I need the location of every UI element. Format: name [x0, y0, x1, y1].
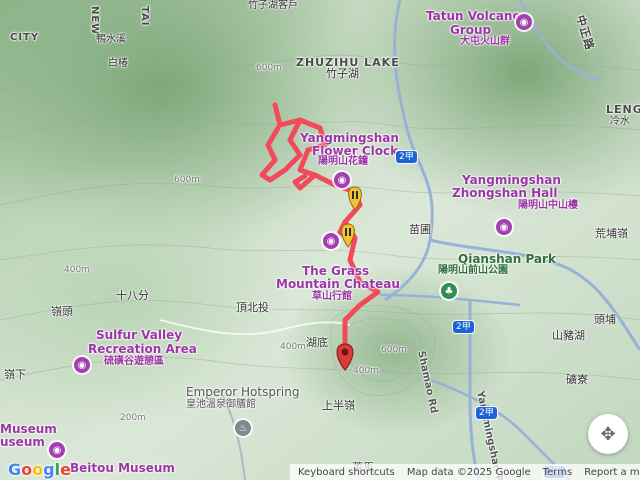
map-footer: Keyboard shortcuts Map data ©2025 Google…: [290, 464, 640, 480]
poi-flower-clock-camera-icon[interactable]: ◉: [334, 172, 350, 188]
poi-tatun-camera-icon[interactable]: ◉: [516, 14, 532, 30]
report-map-error-link[interactable]: Report a map error: [584, 467, 640, 478]
google-logo-e: e: [60, 460, 71, 479]
poi-zhongshan-hall-camera-icon[interactable]: ◉: [496, 219, 512, 235]
hot-spring-emperor-icon[interactable]: ♨: [235, 420, 251, 436]
park-qianshan-tree-icon[interactable]: ♣: [441, 283, 457, 299]
road-badge-2-b: 2甲: [453, 321, 474, 333]
terrain-map: [0, 0, 640, 480]
google-logo-o1: o: [21, 460, 33, 479]
road-badge-2-a: 2甲: [396, 151, 417, 163]
map-viewport[interactable]: CITY NEW TAI 鴨水溪 白椿 竹子湖客戶 ZHUZIHU LAKE 竹…: [0, 0, 640, 480]
terrain-hill-4: [0, 0, 640, 480]
google-logo: Google: [8, 462, 71, 478]
google-logo-g1: G: [8, 460, 22, 479]
poi-beitou-museum-camera-icon[interactable]: ◉: [49, 442, 65, 458]
keyboard-shortcuts-link[interactable]: Keyboard shortcuts: [298, 467, 395, 478]
poi-grass-mountain-camera-icon[interactable]: ◉: [323, 233, 339, 249]
google-logo-g2: g: [43, 460, 55, 479]
move-map-button[interactable]: ✥: [588, 414, 628, 454]
map-data-attribution: Map data ©2025 Google: [406, 466, 531, 478]
poi-sulfur-camera-icon[interactable]: ◉: [74, 357, 90, 373]
terms-link[interactable]: Terms: [543, 467, 572, 478]
move-arrows-icon: ✥: [600, 423, 616, 445]
road-badge-2-c: 2甲: [476, 407, 497, 419]
google-logo-o2: o: [32, 460, 44, 479]
